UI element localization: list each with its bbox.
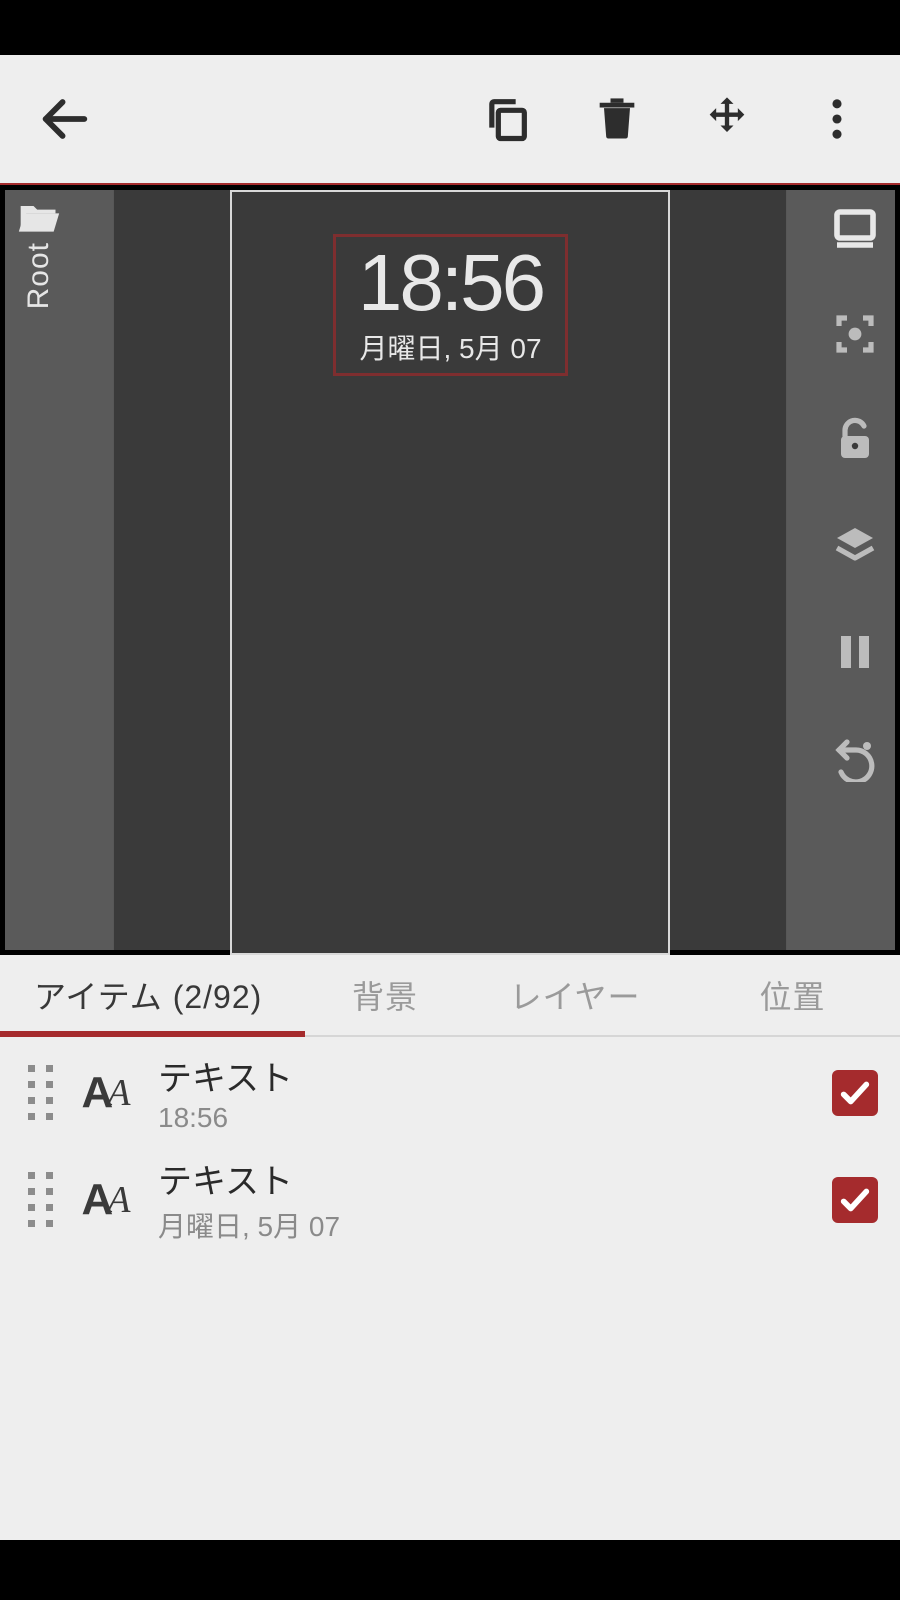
pause-icon <box>831 628 879 676</box>
tab-items[interactable]: アイテム (2/92) <box>0 955 305 1035</box>
copy-icon <box>481 93 533 145</box>
tab-layer-label: レイヤー <box>509 972 640 1018</box>
item-texts: テキスト 18:56 <box>158 1051 810 1134</box>
list-item[interactable]: AA テキスト 18:56 <box>0 1041 900 1144</box>
toolbar <box>0 55 900 183</box>
item-title: テキスト <box>158 1051 810 1100</box>
tab-background-label: 背景 <box>352 972 418 1018</box>
item-checkbox[interactable] <box>832 1177 878 1223</box>
monitor-icon <box>831 204 879 252</box>
tab-position-label: 位置 <box>759 972 825 1018</box>
item-title: テキスト <box>158 1154 810 1203</box>
focus-button[interactable] <box>825 304 885 364</box>
list-item[interactable]: AA テキスト 月曜日, 5月 07 <box>0 1144 900 1255</box>
fullscreen-button[interactable] <box>825 198 885 258</box>
tab-background[interactable]: 背景 <box>305 955 465 1035</box>
more-vert-icon <box>811 93 863 145</box>
back-button[interactable] <box>8 55 108 183</box>
preview-canvas[interactable]: 18:56 月曜日, 5月 07 Root <box>0 185 900 955</box>
tool-rail <box>825 198 885 788</box>
text-type-icon: AA <box>76 1063 136 1123</box>
preview-date-text: 月曜日, 5月 07 <box>359 327 541 367</box>
check-icon <box>838 1076 872 1110</box>
item-checkbox[interactable] <box>832 1070 878 1116</box>
pause-button[interactable] <box>825 622 885 682</box>
text-type-icon: AA <box>76 1170 136 1230</box>
tab-active-underline <box>0 1031 305 1037</box>
preview-time-text: 18:56 <box>358 243 543 323</box>
drag-handle-icon[interactable] <box>28 1065 54 1121</box>
item-subtitle: 18:56 <box>158 1102 810 1134</box>
layers-button[interactable] <box>825 516 885 576</box>
tab-bar: アイテム (2/92) 背景 レイヤー 位置 <box>0 955 900 1037</box>
unlock-icon <box>831 416 879 464</box>
app-root: 18:56 月曜日, 5月 07 Root <box>0 55 900 1540</box>
breadcrumb[interactable]: Root <box>17 198 61 309</box>
check-icon <box>838 1183 872 1217</box>
overflow-menu-button[interactable] <box>782 55 892 183</box>
back-arrow-icon <box>36 90 94 148</box>
center-focus-icon <box>831 310 879 358</box>
tab-items-label: アイテム (2/92) <box>34 972 262 1018</box>
layers-icon <box>831 522 879 570</box>
delete-button[interactable] <box>562 55 672 183</box>
move-button[interactable] <box>672 55 782 183</box>
items-list: AA テキスト 18:56 AA テキスト 月曜日, 5月 07 <box>0 1037 900 1540</box>
canvas-stage: 18:56 月曜日, 5月 07 Root <box>5 190 895 950</box>
lock-button[interactable] <box>825 410 885 470</box>
breadcrumb-label: Root <box>22 242 56 309</box>
item-subtitle: 月曜日, 5月 07 <box>158 1205 810 1245</box>
trash-icon <box>591 93 643 145</box>
tab-position[interactable]: 位置 <box>685 955 900 1035</box>
rotation-lock-button[interactable] <box>825 728 885 788</box>
drag-handle-icon[interactable] <box>28 1172 54 1228</box>
tab-layer[interactable]: レイヤー <box>465 955 685 1035</box>
rotation-lock-icon <box>831 734 879 782</box>
copy-button[interactable] <box>452 55 562 183</box>
item-texts: テキスト 月曜日, 5月 07 <box>158 1154 810 1245</box>
folder-open-icon <box>17 198 61 236</box>
selection-box[interactable]: 18:56 月曜日, 5月 07 <box>333 234 568 376</box>
move-icon <box>701 93 753 145</box>
